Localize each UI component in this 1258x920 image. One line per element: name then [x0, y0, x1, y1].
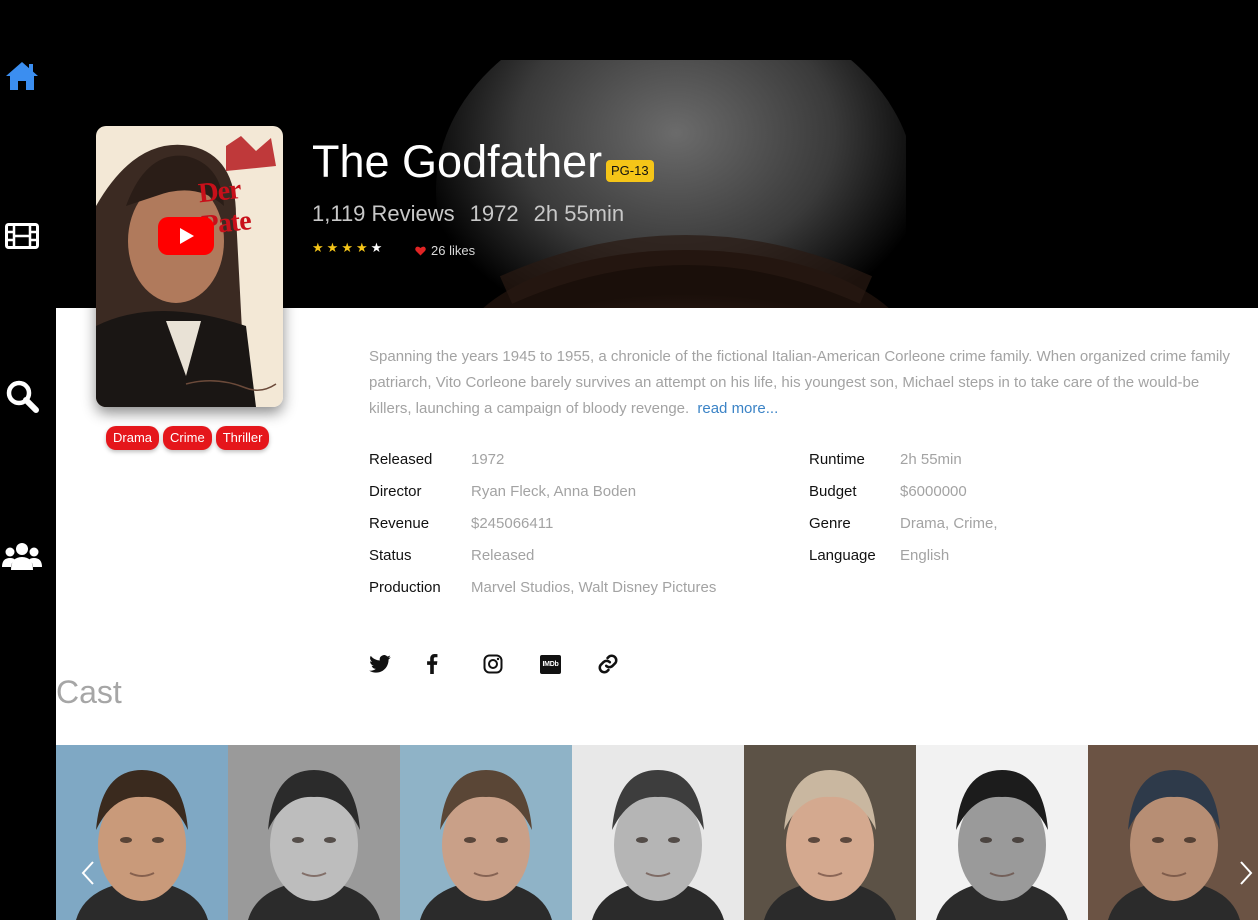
detail-row: Revenue $245066411 — [369, 514, 716, 546]
detail-label: Director — [369, 483, 422, 500]
home-icon[interactable] — [2, 56, 42, 96]
details-left: Released 1972 Director Ryan Fleck, Anna Bo… — [369, 450, 716, 610]
age-rating-badge: PG-13 — [606, 160, 654, 182]
poster-image — [96, 126, 283, 407]
genre-tag[interactable]: Crime — [163, 426, 212, 450]
star-icon: ★ — [355, 240, 368, 255]
release-year: 1972 — [469, 201, 519, 226]
imdb-label: IMDb — [540, 654, 561, 674]
users-icon[interactable] — [2, 536, 42, 576]
detail-row: Production Marvel Studios, Walt Disney Pi… — [369, 578, 716, 610]
likes[interactable]: 26 likes — [415, 243, 475, 258]
detail-row: Language English — [809, 546, 998, 578]
cast-photo — [916, 745, 1088, 920]
cast-member-card[interactable] — [916, 745, 1088, 920]
cast-photo — [572, 745, 744, 920]
detail-label: Runtime — [809, 451, 865, 468]
read-more-link[interactable]: read more... — [697, 400, 778, 417]
detail-label: Revenue — [369, 515, 430, 532]
likes-count: 26 likes — [431, 243, 476, 258]
cast-photo — [1088, 745, 1258, 920]
carousel-prev-arrow[interactable] — [78, 858, 98, 888]
sidebar — [0, 0, 56, 920]
detail-value: 1972 — [471, 451, 505, 468]
detail-value: $6000000 — [900, 483, 967, 500]
star-icon: ★ — [326, 240, 339, 255]
cast-carousel — [56, 745, 1258, 920]
cast-member-card[interactable] — [228, 745, 400, 920]
genre-tag[interactable]: Drama — [106, 426, 160, 450]
details-right: Runtime 2h 55min Budget $6000000 Genre Dram… — [809, 450, 998, 578]
star-rating[interactable]: ★ ★ ★ ★ ★ — [312, 240, 382, 256]
detail-label: Released — [369, 451, 433, 468]
detail-value: $245066411 — [471, 515, 554, 532]
detail-value: Released — [471, 547, 535, 564]
detail-row: Genre Drama, Crime, — [809, 514, 998, 546]
detail-label: Language — [809, 547, 876, 564]
detail-value: Marvel Studios, Walt Disney Pictures — [471, 579, 717, 596]
cast-member-card[interactable] — [572, 745, 744, 920]
genre-tags: Drama Crime Thriller — [106, 426, 270, 450]
detail-label: Budget — [809, 483, 857, 500]
movie-description: Spanning the years 1945 to 1955, a chron… — [369, 344, 1239, 422]
detail-row: Runtime 2h 55min — [809, 450, 998, 482]
chevron-right-icon — [1240, 861, 1253, 885]
cast-photo — [228, 745, 400, 920]
cast-member-card[interactable] — [744, 745, 916, 920]
star-icon: ★ — [312, 240, 324, 255]
play-icon — [180, 228, 194, 244]
detail-label: Production — [369, 579, 441, 596]
star-icon: ★ — [370, 240, 383, 255]
detail-value: 2h 55min — [900, 451, 962, 468]
detail-value: English — [900, 547, 950, 564]
search-icon[interactable] — [2, 376, 42, 416]
carousel-next-arrow[interactable] — [1236, 858, 1256, 888]
link-icon[interactable] — [597, 650, 654, 678]
cast-photo — [56, 745, 228, 920]
runtime: 2h 55min — [533, 201, 625, 226]
detail-value: Drama, Crime, — [900, 515, 998, 532]
cast-heading: Cast — [56, 674, 122, 710]
review-count[interactable]: 1,119 Reviews — [312, 201, 455, 227]
play-trailer-button[interactable] — [158, 217, 214, 255]
twitter-icon[interactable] — [369, 650, 426, 678]
detail-row: Released 1972 — [369, 450, 716, 482]
top-bar — [0, 0, 1258, 60]
detail-label: Genre — [809, 515, 851, 532]
cast-member-card[interactable] — [56, 745, 228, 920]
heart-icon — [415, 246, 426, 255]
imdb-icon[interactable]: IMDb — [540, 650, 597, 678]
star-icon: ★ — [341, 240, 353, 255]
detail-value: Ryan Fleck, Anna Boden — [471, 483, 637, 500]
description-text: Spanning the years 1945 to 1955, a chron… — [369, 348, 1230, 417]
chevron-left-icon — [81, 861, 94, 885]
instagram-icon[interactable] — [483, 650, 540, 678]
cast-photo — [744, 745, 916, 920]
movie-meta: 1,119 Reviews 1972 2h 55min — [312, 201, 624, 227]
facebook-icon[interactable] — [426, 650, 483, 678]
film-icon[interactable] — [2, 216, 42, 256]
cast-member-card[interactable] — [1088, 745, 1258, 920]
detail-row: Status Released — [369, 546, 716, 578]
cast-member-card[interactable] — [400, 745, 572, 920]
social-links: IMDb — [369, 650, 654, 678]
detail-row: Director Ryan Fleck, Anna Boden — [369, 482, 716, 514]
movie-title: The Godfather — [312, 136, 603, 187]
genre-tag[interactable]: Thriller — [215, 426, 270, 450]
detail-label: Status — [369, 547, 412, 564]
detail-row: Budget $6000000 — [809, 482, 998, 514]
cast-photo — [400, 745, 572, 920]
movie-poster[interactable]: Der Pate — [96, 126, 283, 407]
